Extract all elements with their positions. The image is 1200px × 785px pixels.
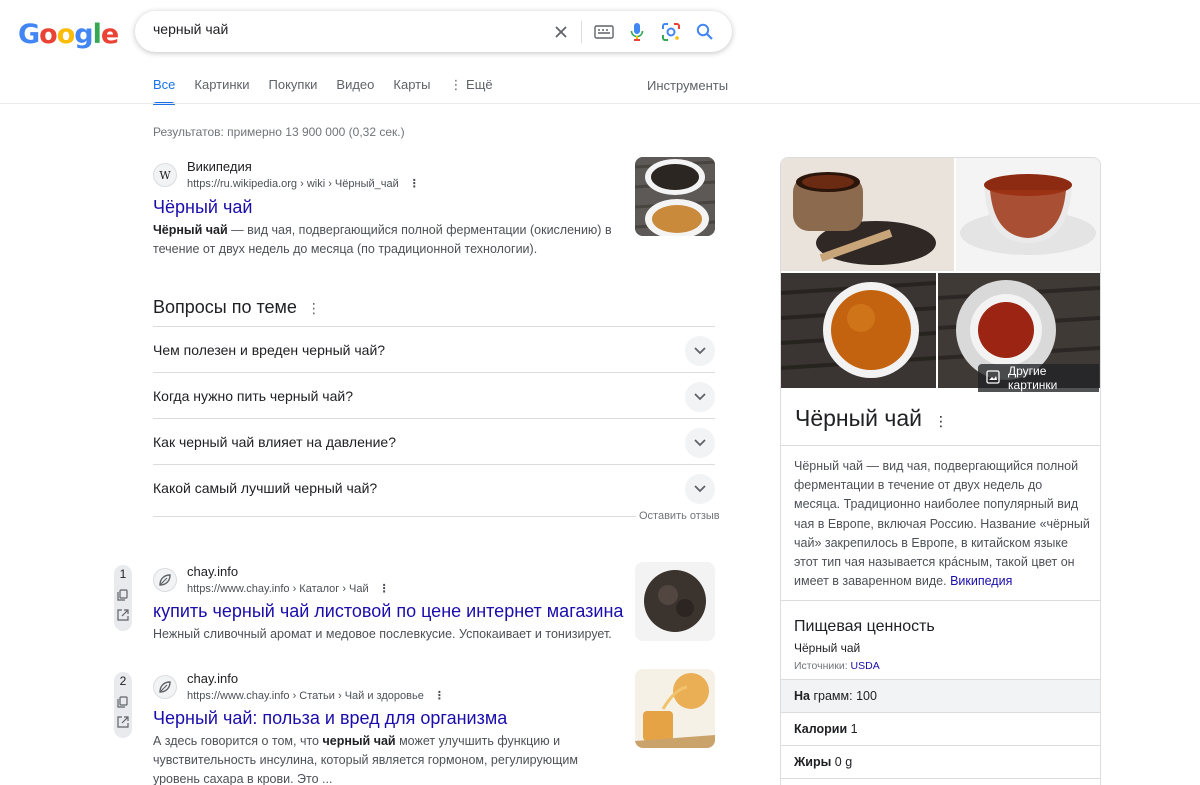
paa-question[interactable]: Какой самый лучший черный чай? — [153, 464, 715, 510]
paa-question[interactable]: Когда нужно пить черный чай? — [153, 372, 715, 418]
search-box — [135, 11, 732, 52]
tab-images[interactable]: Картинки — [194, 77, 249, 104]
result-url: https://www.chay.info › Статьи › Чай и з… — [187, 689, 445, 702]
result-url: https://www.chay.info › Каталог › Чай ⋮ — [187, 582, 390, 595]
tab-video[interactable]: Видео — [336, 77, 374, 104]
result-title-link[interactable]: купить черный чай листовой по цене интер… — [153, 601, 623, 622]
tools-button[interactable]: Инструменты — [647, 78, 728, 93]
result-thumbnail[interactable] — [635, 562, 715, 641]
image-icon — [986, 369, 1000, 387]
chevron-down-icon[interactable] — [685, 428, 715, 458]
result-url: https://ru.wikipedia.org › wiki › Чёрный… — [187, 177, 420, 190]
kp-divider — [781, 445, 1100, 446]
search-result-wikipedia: W Википедия https://ru.wikipedia.org › w… — [153, 159, 715, 259]
header-divider — [0, 103, 1200, 104]
copy-icon[interactable] — [117, 588, 129, 601]
lens-camera-icon[interactable] — [660, 21, 682, 43]
kp-image[interactable] — [956, 158, 1100, 271]
keyboard-icon[interactable] — [593, 21, 615, 43]
kp-description: Чёрный чай — вид чая, подвергающийся пол… — [794, 459, 1090, 589]
result-site-name: chay.info — [187, 564, 239, 579]
nutrition-row: Жиры 0 g — [781, 745, 1100, 778]
kp-divider — [781, 600, 1100, 601]
chay-info-favicon — [153, 675, 177, 699]
kp-title: Чёрный чай ⋮ — [795, 405, 949, 431]
wikipedia-favicon: W — [153, 163, 177, 187]
result-thumbnail[interactable] — [635, 157, 715, 236]
kp-image[interactable] — [781, 273, 936, 388]
search-result-2: chay.info https://www.chay.info › Статьи… — [153, 671, 715, 785]
search-input[interactable] — [153, 21, 533, 37]
nutrition-heading: Пищевая ценность — [794, 618, 935, 635]
paa-question[interactable]: Чем полезен и вреден черный чай? — [153, 326, 715, 372]
kp-image[interactable] — [781, 158, 954, 271]
google-logo[interactable]: Google — [18, 19, 119, 50]
result-rank-badge: 1 — [114, 565, 132, 631]
nutrition-subject: Чёрный чай — [794, 641, 861, 655]
tab-more[interactable]: ⋮ Ещё — [449, 77, 492, 104]
nutrition-row[interactable]: На грамм: 100 — [781, 679, 1100, 712]
clear-icon[interactable] — [550, 21, 572, 43]
chevron-down-icon[interactable] — [685, 474, 715, 504]
paa-question[interactable]: Как черный чай влияет на давление? — [153, 418, 715, 464]
open-external-icon[interactable] — [117, 608, 129, 621]
chevron-down-icon[interactable] — [685, 382, 715, 412]
microphone-icon[interactable] — [626, 21, 648, 43]
more-options-icon[interactable]: ⋮ — [934, 413, 948, 429]
paa-divider — [153, 516, 636, 517]
result-snippet: А здесь говорится о том, что черный чай … — [153, 734, 578, 785]
search-result-1: chay.info https://www.chay.info › Катало… — [153, 564, 715, 644]
kp-wikipedia-link[interactable]: Википедия — [950, 574, 1012, 588]
feedback-link[interactable]: Оставить отзыв — [639, 510, 720, 522]
kp-divider — [781, 778, 1100, 779]
result-site-name: chay.info — [187, 671, 239, 686]
divider — [581, 21, 582, 43]
search-tabs: Все Картинки Покупки Видео Карты ⋮ Ещё — [153, 77, 512, 105]
result-rank-badge: 2 — [114, 672, 132, 738]
paa-heading: Вопросы по теме ⋮ — [153, 297, 321, 317]
more-options-icon[interactable]: ⋮ — [409, 177, 420, 190]
chevron-down-icon[interactable] — [685, 336, 715, 366]
more-options-icon[interactable]: ⋮ — [307, 300, 321, 316]
tab-all[interactable]: Все — [153, 77, 176, 105]
more-options-icon[interactable]: ⋮ — [434, 689, 445, 702]
search-icon[interactable] — [694, 21, 716, 43]
knowledge-panel: Другие картинки Чёрный чай ⋮ Чёрный чай —… — [780, 157, 1101, 785]
usda-link[interactable]: USDA — [851, 660, 880, 672]
nutrition-sources: Источники: USDA — [794, 660, 880, 672]
copy-icon[interactable] — [117, 695, 129, 708]
result-thumbnail[interactable] — [635, 669, 715, 748]
more-options-icon[interactable]: ⋮ — [379, 582, 390, 595]
tab-shopping[interactable]: Покупки — [269, 77, 318, 104]
result-stats: Результатов: примерно 13 900 000 (0,32 с… — [153, 125, 405, 139]
chay-info-favicon — [153, 568, 177, 592]
result-title-link[interactable]: Чёрный чай — [153, 197, 252, 218]
more-images-button[interactable]: Другие картинки — [978, 364, 1099, 392]
result-title-link[interactable]: Черный чай: польза и вред для организма — [153, 708, 507, 729]
open-external-icon[interactable] — [117, 715, 129, 728]
result-snippet: Чёрный чай — вид чая, подвергающийся пол… — [153, 223, 612, 256]
tab-maps[interactable]: Карты — [393, 77, 430, 104]
result-site-name: Википедия — [187, 159, 252, 174]
nutrition-row: Калории 1 — [781, 712, 1100, 745]
result-snippet: Нежный сливочный аромат и медовое послев… — [153, 627, 612, 641]
